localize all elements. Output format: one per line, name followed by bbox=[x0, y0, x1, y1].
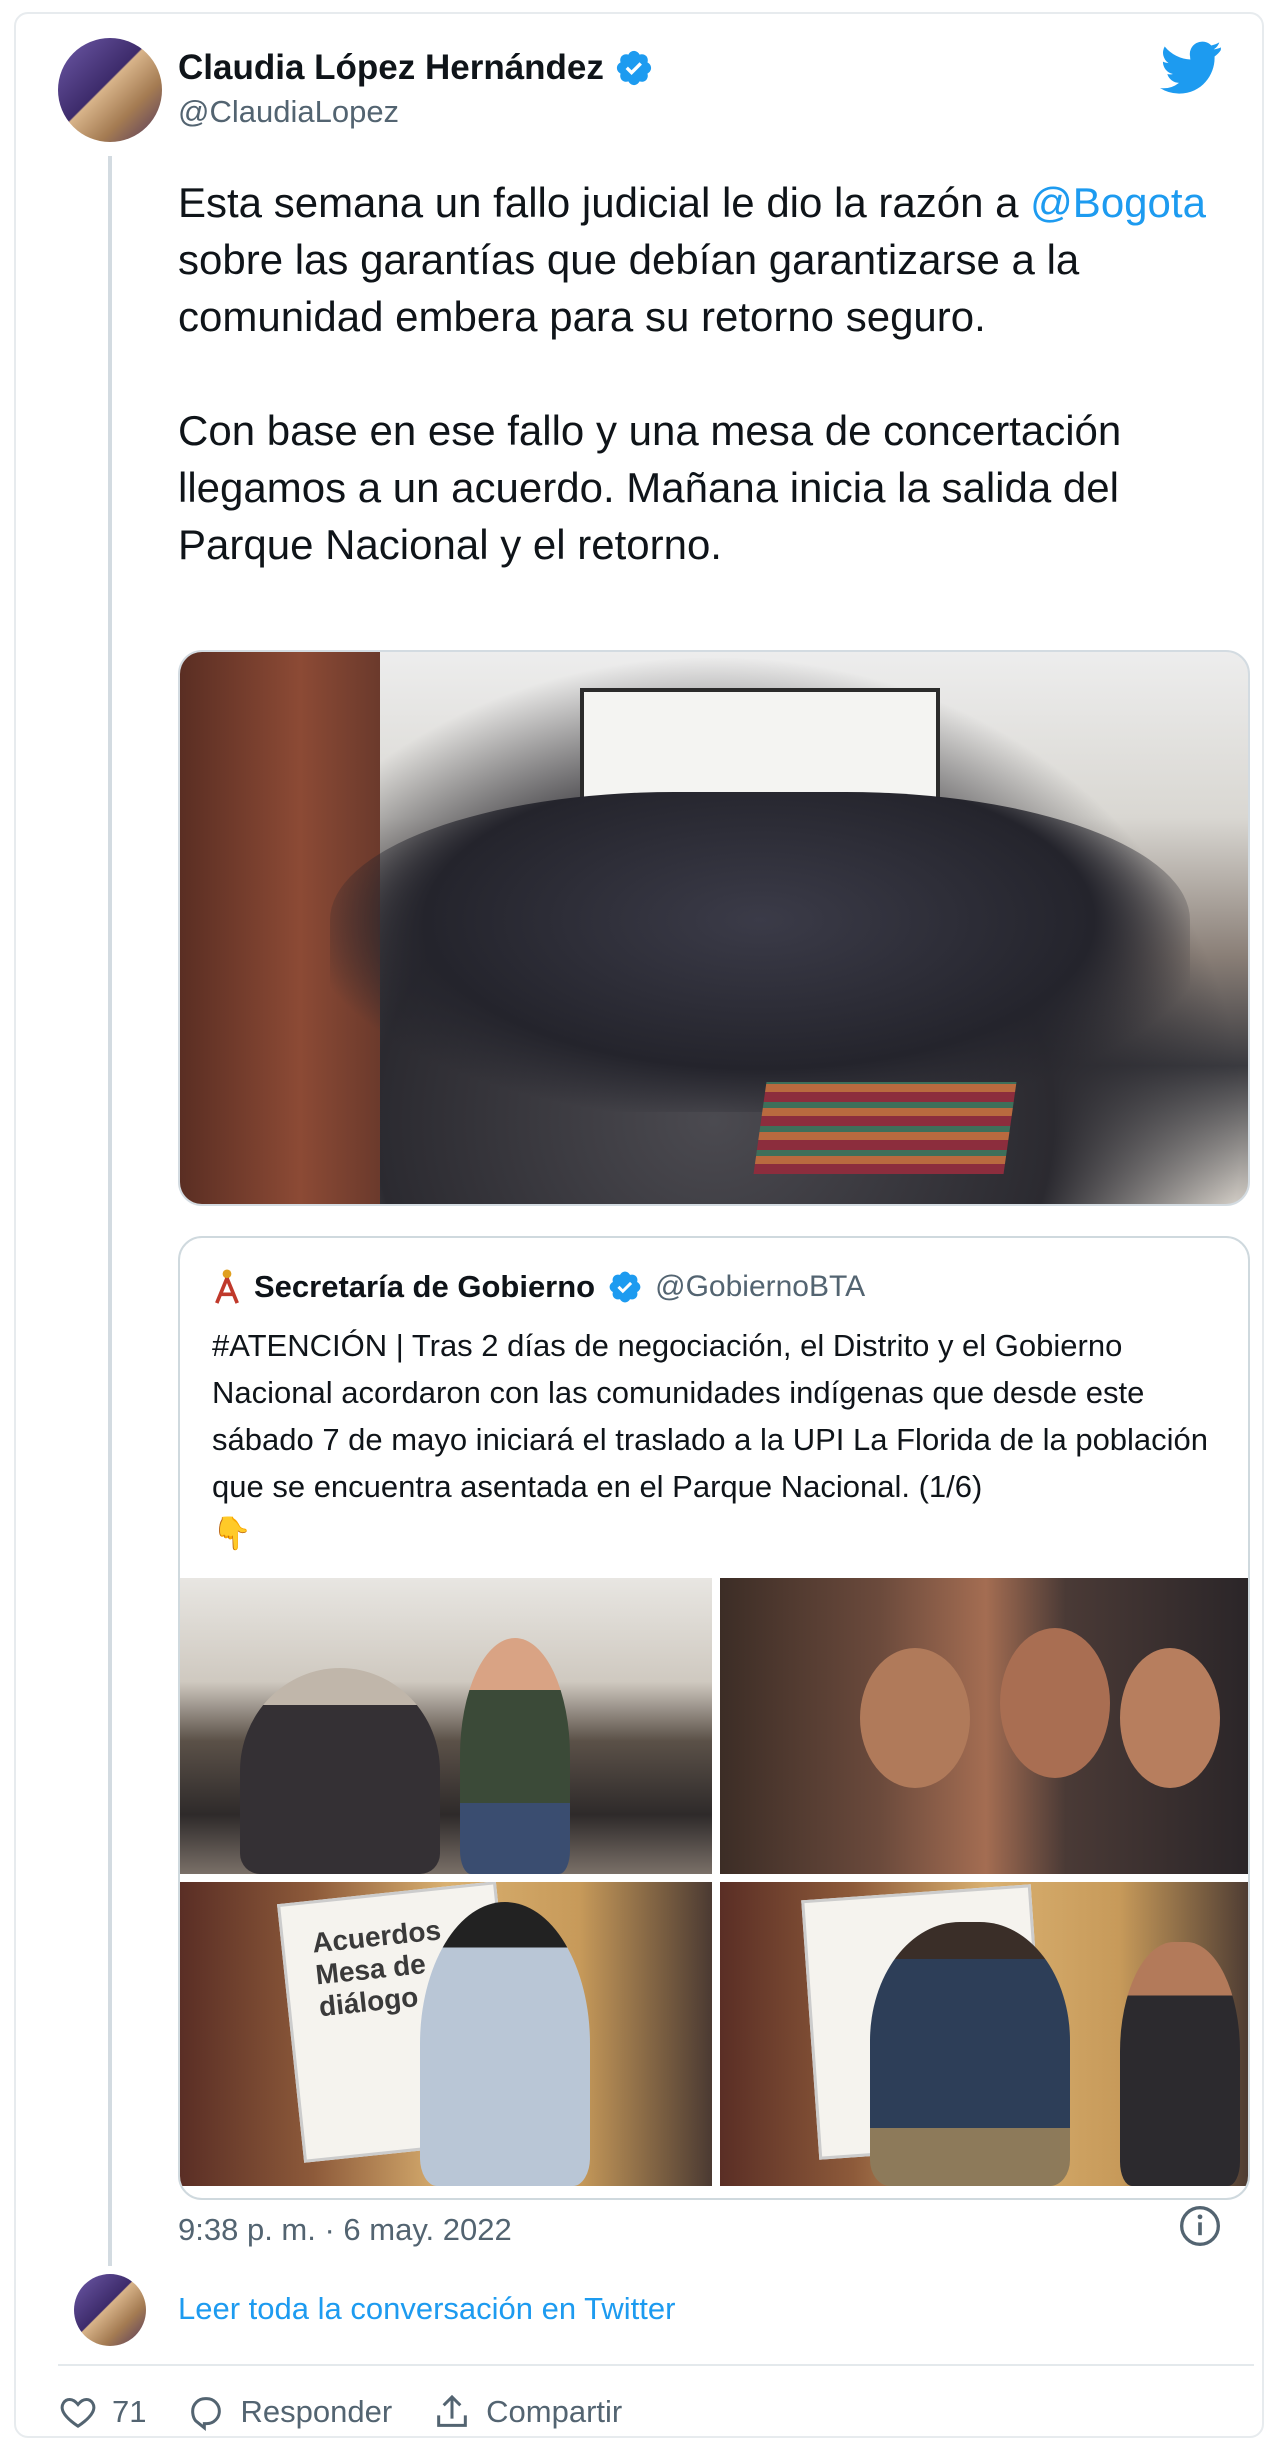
quoted-name: Secretaría de Gobierno bbox=[254, 1269, 596, 1304]
photo-person bbox=[870, 1922, 1070, 2186]
quoted-photo-1[interactable] bbox=[180, 1578, 712, 1874]
author-avatar[interactable] bbox=[58, 38, 162, 142]
quoted-verified-icon bbox=[609, 1271, 641, 1303]
tweet-timestamp[interactable]: 9:38 p. m. · 6 may. 2022 bbox=[178, 2212, 512, 2248]
small-avatar[interactable] bbox=[74, 2274, 146, 2346]
twitter-bird-icon[interactable] bbox=[1160, 40, 1222, 94]
author-handle[interactable]: @ClaudiaLopez bbox=[178, 94, 654, 130]
divider bbox=[58, 2364, 1254, 2366]
quoted-tweet[interactable]: Secretaría de Gobierno @GobiernoBTA #ATE… bbox=[178, 1236, 1250, 2200]
mention-link[interactable]: @Bogota bbox=[1030, 179, 1206, 226]
reply-button[interactable]: Responder bbox=[186, 2392, 392, 2432]
photo-face bbox=[1120, 1648, 1220, 1788]
quoted-photo-2[interactable] bbox=[720, 1578, 1248, 1874]
tweet-text-pre: Esta semana un fallo judicial le dio la … bbox=[178, 179, 1031, 226]
share-icon bbox=[437, 2394, 467, 2427]
quoted-header: Secretaría de Gobierno @GobiernoBTA bbox=[212, 1268, 865, 1306]
tweet-paragraph-2: Con base en ese fallo y una mesa de conc… bbox=[178, 407, 1122, 568]
quoted-photo-3[interactable]: Acuerdos Mesa de diálogo bbox=[180, 1882, 712, 2186]
read-conversation-link[interactable]: Leer toda la conversación en Twitter bbox=[178, 2291, 675, 2327]
quoted-media-grid: Acuerdos Mesa de diálogo bbox=[180, 1578, 1248, 2198]
photo-face bbox=[860, 1648, 970, 1788]
photo-people bbox=[240, 1668, 440, 1874]
tweet-paragraph-1: Esta semana un fallo judicial le dio la … bbox=[178, 174, 1248, 345]
photo-person bbox=[420, 1902, 590, 2186]
tweet-photo[interactable] bbox=[178, 650, 1250, 1206]
photo-face bbox=[1000, 1628, 1110, 1778]
photo-person bbox=[1120, 1942, 1240, 2186]
reply-icon bbox=[191, 2397, 222, 2431]
info-icon[interactable] bbox=[1178, 2204, 1222, 2248]
quoted-handle: @GobiernoBTA bbox=[655, 1270, 866, 1303]
tweet-text-post: sobre las garantías que debían garantiza… bbox=[178, 236, 1080, 340]
reply-label: Responder bbox=[240, 2394, 393, 2429]
author-block: Claudia López Hernández @ClaudiaLopez bbox=[178, 48, 654, 130]
quoted-body: #ATENCIÓN | Tras 2 días de negociación, … bbox=[212, 1328, 1209, 1504]
tweet-card: Claudia López Hernández @ClaudiaLopez Es… bbox=[14, 12, 1264, 2438]
quoted-photo-4[interactable] bbox=[720, 1882, 1248, 2186]
share-button[interactable]: Compartir bbox=[432, 2392, 622, 2432]
thread-line bbox=[108, 156, 112, 2266]
like-button[interactable]: 71 bbox=[58, 2392, 146, 2432]
photo-mat bbox=[753, 1082, 1017, 1174]
like-count: 71 bbox=[112, 2394, 147, 2429]
quoted-text: #ATENCIÓN | Tras 2 días de negociación, … bbox=[212, 1322, 1232, 1557]
pointing-down-icon: 👇 bbox=[212, 1515, 252, 1551]
share-label: Compartir bbox=[486, 2394, 623, 2429]
action-bar: 71 Responder Compartir bbox=[58, 2386, 662, 2438]
gobierno-logo-icon bbox=[215, 1269, 239, 1304]
verified-icon bbox=[616, 50, 651, 86]
author-name[interactable]: Claudia López Hernández bbox=[178, 48, 604, 88]
photo-person bbox=[460, 1638, 570, 1874]
photo-crowd bbox=[330, 792, 1190, 1112]
heart-icon bbox=[60, 2397, 96, 2428]
tweet-text: Esta semana un fallo judicial le dio la … bbox=[178, 174, 1248, 630]
